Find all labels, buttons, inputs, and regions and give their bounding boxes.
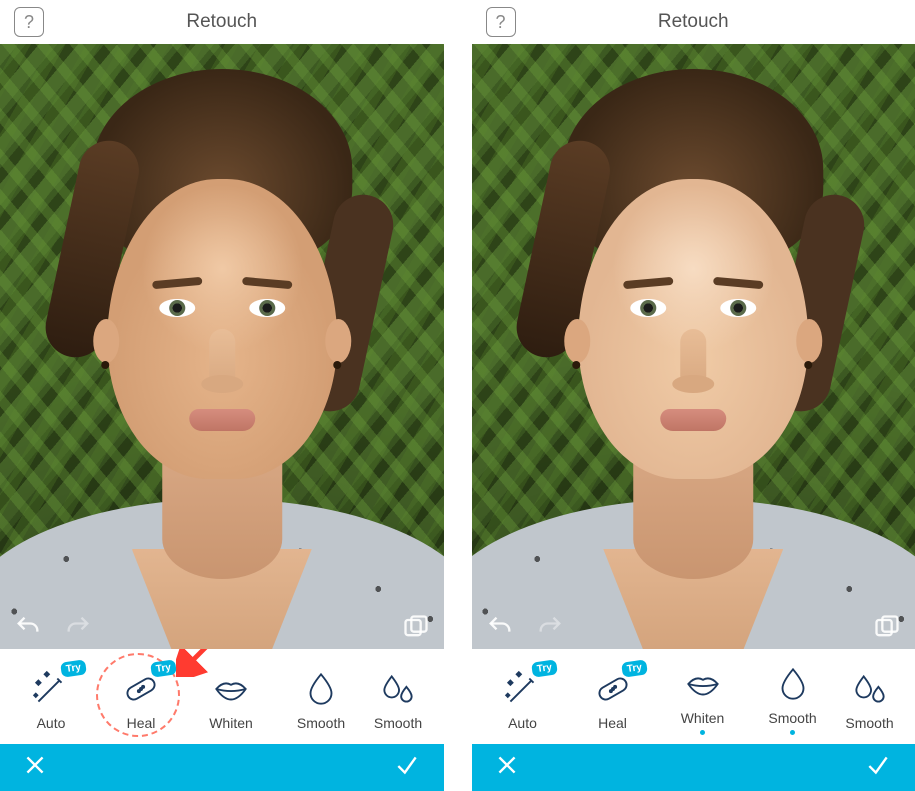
try-badge: Try bbox=[532, 659, 559, 677]
close-icon bbox=[494, 752, 520, 778]
drops-icon bbox=[849, 669, 891, 709]
bottom-bar bbox=[0, 744, 444, 791]
page-title: Retouch bbox=[186, 11, 257, 33]
tool-label: Whiten bbox=[209, 715, 253, 731]
page-title: Retouch bbox=[658, 11, 729, 33]
tool-heal[interactable]: Try Heal bbox=[572, 663, 654, 731]
tool-label: Smooth bbox=[297, 715, 345, 731]
active-dot bbox=[700, 730, 705, 735]
portrait bbox=[472, 44, 915, 649]
undo-button[interactable] bbox=[486, 613, 514, 641]
drops-icon bbox=[377, 669, 419, 709]
redo-button[interactable] bbox=[64, 613, 92, 641]
cancel-button[interactable] bbox=[494, 752, 520, 783]
redo-button[interactable] bbox=[536, 613, 564, 641]
try-badge: Try bbox=[60, 659, 87, 677]
apply-button[interactable] bbox=[863, 752, 893, 783]
tool-toolbar: Try Auto Try Heal Whiten Smooth bbox=[472, 649, 915, 744]
tool-smooth-partial[interactable]: Smooth bbox=[842, 663, 898, 731]
tool-label: Whiten bbox=[681, 710, 725, 726]
tool-label: Smooth bbox=[374, 715, 422, 731]
help-icon: ? bbox=[495, 12, 505, 33]
undo-icon bbox=[14, 613, 42, 641]
redo-icon bbox=[536, 613, 564, 641]
tool-heal[interactable]: Try Heal bbox=[100, 663, 182, 731]
close-icon bbox=[22, 752, 48, 778]
apply-button[interactable] bbox=[392, 752, 422, 783]
help-button[interactable]: ? bbox=[486, 7, 516, 37]
help-icon: ? bbox=[24, 12, 34, 33]
tool-label: Smooth bbox=[845, 715, 893, 731]
check-icon bbox=[863, 752, 893, 778]
tool-whiten[interactable]: Whiten bbox=[190, 663, 272, 731]
active-dot bbox=[790, 730, 795, 735]
tool-label: Heal bbox=[598, 715, 627, 731]
try-badge: Try bbox=[622, 659, 649, 677]
help-button[interactable]: ? bbox=[14, 7, 44, 37]
tool-toolbar: Try Auto Try Heal Whiten Smooth bbox=[0, 649, 444, 744]
compare-icon bbox=[873, 613, 901, 641]
bottom-bar bbox=[472, 744, 915, 791]
lips-icon bbox=[210, 669, 252, 709]
tool-label: Smooth bbox=[768, 710, 816, 726]
undo-icon bbox=[486, 613, 514, 641]
header: ? Retouch bbox=[0, 0, 444, 44]
tool-whiten[interactable]: Whiten bbox=[662, 658, 744, 735]
photo-canvas[interactable] bbox=[472, 44, 915, 649]
tool-auto[interactable]: Try Auto bbox=[10, 663, 92, 731]
lips-icon bbox=[682, 664, 724, 704]
undo-button[interactable] bbox=[14, 613, 42, 641]
cancel-button[interactable] bbox=[22, 752, 48, 783]
compare-button[interactable] bbox=[873, 613, 901, 641]
header: ? Retouch bbox=[472, 0, 915, 44]
try-badge: Try bbox=[150, 659, 177, 677]
redo-icon bbox=[64, 613, 92, 641]
compare-icon bbox=[402, 613, 430, 641]
tool-label: Auto bbox=[508, 715, 537, 731]
screenshot-before: ? Retouch bbox=[0, 0, 444, 791]
drop-icon bbox=[772, 664, 814, 704]
tool-auto[interactable]: Try Auto bbox=[482, 663, 564, 731]
tool-label: Auto bbox=[37, 715, 66, 731]
tool-smooth[interactable]: Smooth bbox=[752, 658, 834, 735]
photo-canvas[interactable] bbox=[0, 44, 444, 649]
compare-button[interactable] bbox=[402, 613, 430, 641]
tool-label: Heal bbox=[127, 715, 156, 731]
portrait bbox=[0, 44, 444, 649]
screenshot-after: ? Retouch bbox=[472, 0, 915, 791]
tool-smooth[interactable]: Smooth bbox=[280, 663, 362, 731]
tool-smooth-partial[interactable]: Smooth bbox=[370, 663, 426, 731]
check-icon bbox=[392, 752, 422, 778]
drop-icon bbox=[300, 669, 342, 709]
